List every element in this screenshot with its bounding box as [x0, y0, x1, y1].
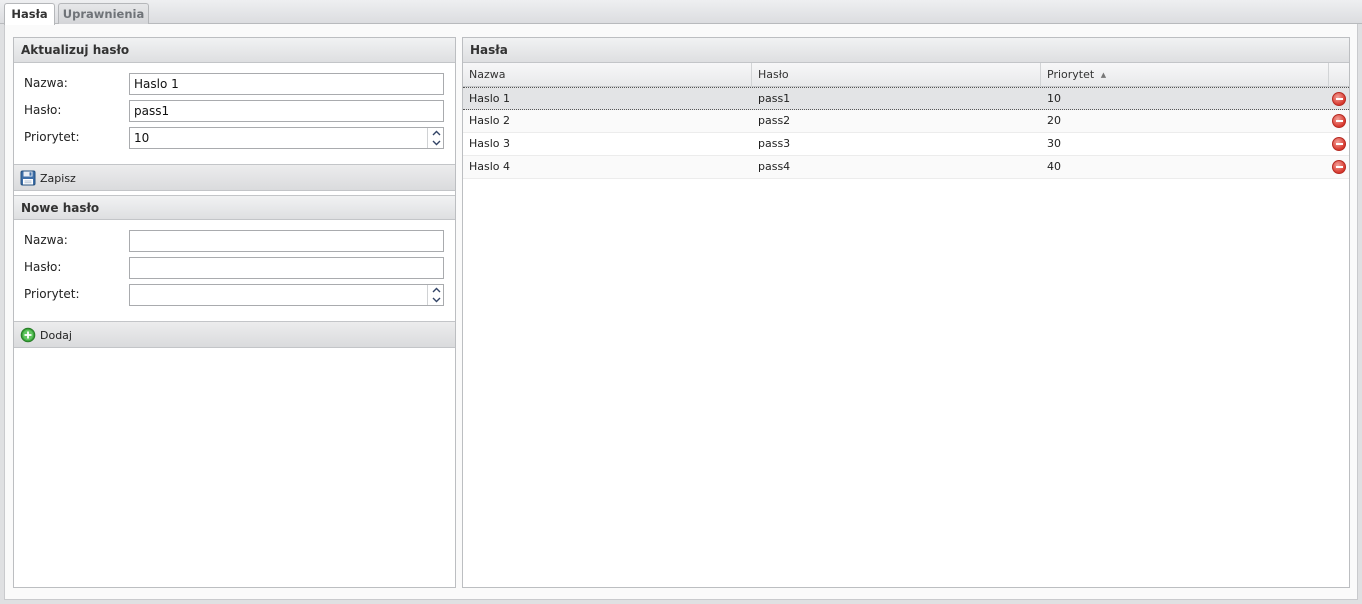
new-priority-row: Priorytet:: [24, 284, 444, 306]
update-name-row: Nazwa:: [24, 73, 444, 95]
new-priority-spinner: [427, 285, 444, 305]
cell-name: Haslo 1: [469, 92, 511, 105]
table-row[interactable]: Haslo 1 pass1 10: [463, 87, 1349, 110]
update-panel-title: Aktualizuj hasło: [14, 38, 455, 63]
new-name-row: Nazwa:: [24, 230, 444, 252]
new-name-input[interactable]: [129, 230, 444, 252]
tab-content: Aktualizuj hasło Nazwa: Hasło: Priorytet…: [4, 24, 1358, 600]
cell-password: pass4: [758, 160, 791, 173]
cell-name: Haslo 2: [469, 114, 511, 127]
cell-password: pass1: [758, 92, 791, 105]
chevron-up-icon[interactable]: [428, 128, 444, 138]
new-priority-label: Priorytet:: [24, 287, 80, 301]
update-password-label: Hasło:: [24, 103, 62, 117]
chevron-down-icon[interactable]: [428, 295, 444, 305]
update-priority-input[interactable]: [129, 127, 444, 149]
new-priority-stepper: [129, 284, 444, 306]
delete-circle-icon[interactable]: [1332, 137, 1346, 151]
cell-priority: 10: [1047, 92, 1061, 105]
new-name-label: Nazwa:: [24, 233, 68, 247]
save-button-label: Zapisz: [40, 171, 76, 185]
save-button[interactable]: Zapisz: [20, 169, 76, 187]
new-password-panel: Nowe hasło Nazwa: Hasło: Priorytet: Doda…: [14, 195, 455, 349]
table-row[interactable]: Haslo 3 pass3 30: [463, 133, 1349, 156]
cell-priority: 30: [1047, 137, 1061, 150]
column-header-password[interactable]: Hasło: [752, 63, 1041, 87]
tab-bar: Hasła Uprawnienia: [0, 0, 1362, 25]
cell-password: pass2: [758, 114, 791, 127]
update-priority-spinner: [427, 128, 444, 148]
update-toolbar: Zapisz: [14, 164, 455, 191]
cell-name: Haslo 4: [469, 160, 511, 173]
update-password-row: Hasło:: [24, 100, 444, 122]
grid-title: Hasła: [463, 38, 1349, 63]
update-password-panel: Aktualizuj hasło Nazwa: Hasło: Priorytet…: [14, 38, 455, 192]
add-circle-icon: [20, 327, 36, 343]
update-priority-label: Priorytet:: [24, 130, 80, 144]
add-button-label: Dodaj: [40, 328, 72, 342]
cell-priority: 40: [1047, 160, 1061, 173]
chevron-up-icon[interactable]: [428, 285, 444, 295]
chevron-down-icon[interactable]: [428, 138, 444, 148]
column-header-priority-label: Priorytet: [1047, 68, 1095, 81]
new-password-label: Hasło:: [24, 260, 62, 274]
update-priority-row: Priorytet:: [24, 127, 444, 149]
cell-priority: 20: [1047, 114, 1061, 127]
new-password-row: Hasło:: [24, 257, 444, 279]
cell-name: Haslo 3: [469, 137, 511, 150]
column-header-name[interactable]: Nazwa: [463, 63, 752, 87]
left-column: Aktualizuj hasło Nazwa: Hasło: Priorytet…: [13, 37, 456, 588]
column-header-actions: [1329, 63, 1349, 87]
tab-passwords[interactable]: Hasła: [4, 3, 55, 25]
update-name-input[interactable]: [129, 73, 444, 95]
passwords-grid-panel: Hasła Nazwa Hasło Priorytet ▲ Haslo 1 pa…: [462, 37, 1350, 588]
grid-header: Nazwa Hasło Priorytet ▲: [463, 63, 1349, 87]
delete-circle-icon[interactable]: [1332, 160, 1346, 174]
update-name-label: Nazwa:: [24, 76, 68, 90]
cell-password: pass3: [758, 137, 791, 150]
new-priority-input[interactable]: [129, 284, 444, 306]
add-button[interactable]: Dodaj: [20, 326, 72, 344]
delete-circle-icon[interactable]: [1332, 114, 1346, 128]
update-priority-stepper: [129, 127, 444, 149]
column-header-priority[interactable]: Priorytet ▲: [1041, 63, 1329, 87]
table-row[interactable]: Haslo 2 pass2 20: [463, 110, 1349, 133]
sort-ascending-icon: ▲: [1100, 71, 1107, 79]
tab-permissions[interactable]: Uprawnienia: [58, 3, 149, 25]
delete-circle-icon[interactable]: [1332, 92, 1346, 106]
update-password-input[interactable]: [129, 100, 444, 122]
new-panel-title: Nowe hasło: [14, 195, 455, 220]
new-password-input[interactable]: [129, 257, 444, 279]
floppy-disk-icon: [20, 170, 36, 186]
table-row[interactable]: Haslo 4 pass4 40: [463, 156, 1349, 179]
new-toolbar: Dodaj: [14, 321, 455, 348]
